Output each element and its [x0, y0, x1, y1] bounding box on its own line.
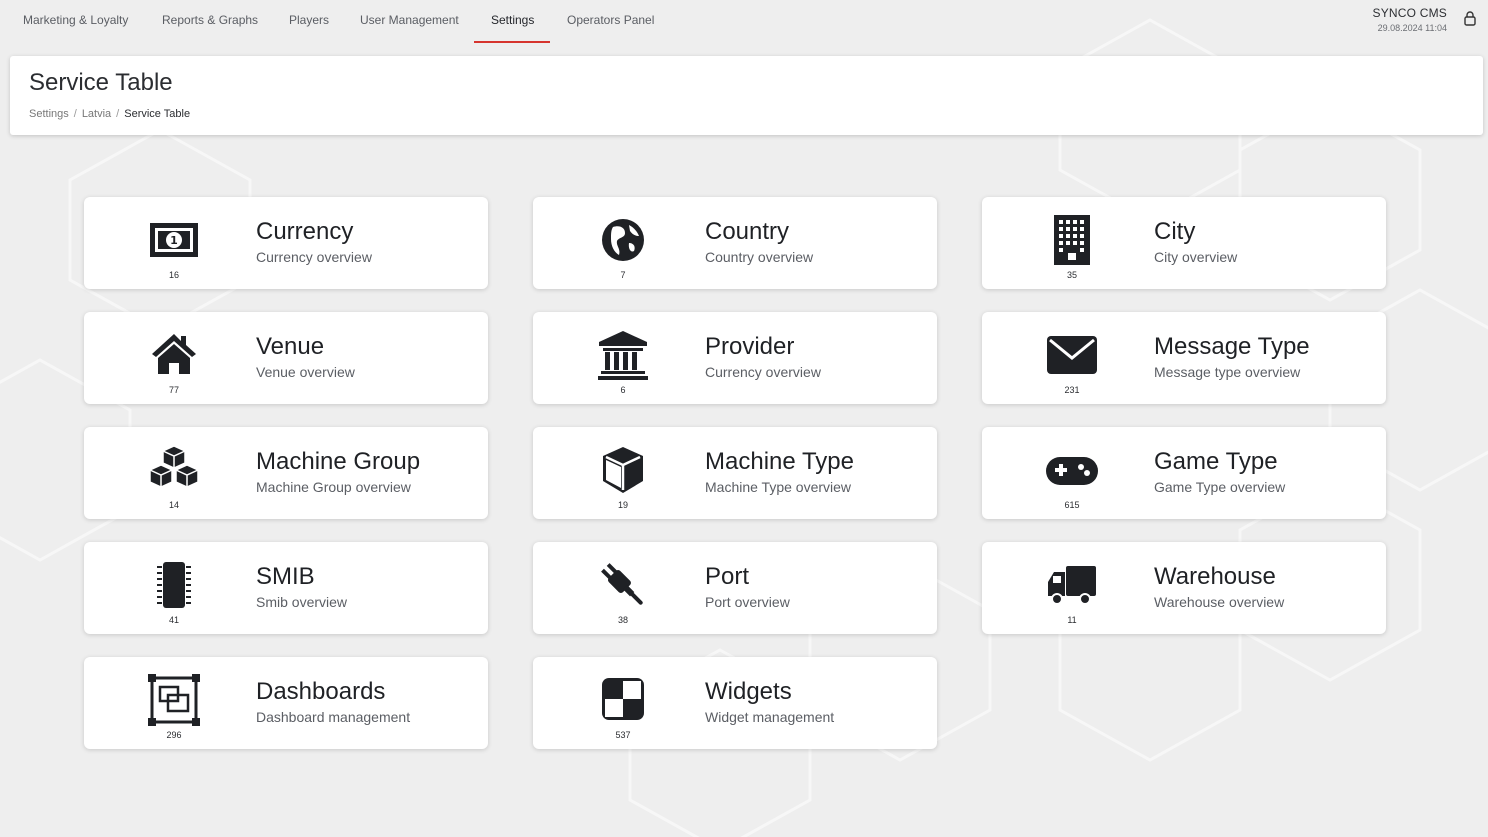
tile-subtitle: Currency overview — [705, 364, 821, 380]
breadcrumb-settings[interactable]: Settings — [29, 108, 69, 120]
tile-subtitle: Venue overview — [256, 364, 355, 380]
cube-icon — [591, 441, 655, 499]
truck-icon — [1040, 556, 1104, 614]
brand-name: SYNCO CMS — [1372, 6, 1447, 20]
tile-city[interactable]: 35 City City overview — [982, 197, 1386, 289]
tile-count: 7 — [620, 270, 626, 280]
globe-icon — [591, 211, 655, 269]
tile-title: Provider — [705, 333, 795, 360]
svg-text:1: 1 — [170, 234, 178, 247]
building-icon — [1040, 211, 1104, 269]
tile-count: 296 — [166, 730, 182, 740]
page-title: Service Table — [29, 69, 173, 96]
tile-title: Port — [705, 563, 750, 590]
tile-subtitle: Smib overview — [256, 594, 348, 610]
tile-smib[interactable]: 41 SMIB Smib overview — [84, 542, 488, 634]
widget-icon — [591, 671, 655, 729]
tile-title: Country — [705, 218, 790, 245]
top-navigation: Marketing & Loyalty Reports & Graphs Pla… — [0, 0, 1488, 46]
tile-country[interactable]: 7 Country Country overview — [533, 197, 937, 289]
tile-title: SMIB — [256, 563, 315, 590]
tile-count: 615 — [1064, 500, 1080, 510]
dashboard-frame-icon — [142, 671, 206, 729]
nav-marketing-loyalty[interactable]: Marketing & Loyalty — [23, 13, 128, 27]
tile-title: Currency — [256, 218, 354, 245]
cubes-icon — [142, 441, 206, 499]
tile-machine-group[interactable]: 14 Machine Group Machine Group overview — [84, 427, 488, 519]
tile-count: 19 — [617, 500, 628, 510]
tile-subtitle: Widget management — [705, 709, 835, 725]
breadcrumb-separator: / — [73, 108, 77, 120]
tile-count: 38 — [617, 615, 628, 625]
tile-title: Machine Group — [256, 448, 421, 475]
tile-subtitle: Port overview — [705, 594, 790, 610]
current-datetime: 29.08.2024 11:04 — [1377, 23, 1447, 33]
tile-subtitle: Country overview — [705, 249, 814, 265]
active-tab-indicator — [474, 41, 550, 43]
banknote-icon: 1 — [142, 211, 206, 269]
nav-reports-graphs[interactable]: Reports & Graphs — [162, 13, 258, 27]
tile-message-type[interactable]: 231 Message Type Message type overview — [982, 312, 1386, 404]
tile-warehouse[interactable]: 11 Warehouse Warehouse overview — [982, 542, 1386, 634]
nav-operators-panel[interactable]: Operators Panel — [567, 13, 654, 27]
tile-subtitle: Message type overview — [1154, 364, 1301, 380]
tile-title: Venue — [256, 333, 325, 360]
tile-subtitle: Machine Type overview — [705, 479, 852, 495]
chip-icon — [142, 556, 206, 614]
breadcrumb: Settings / Latvia / Service Table — [29, 108, 190, 120]
breadcrumb-current: Service Table — [124, 108, 191, 120]
tile-subtitle: Currency overview — [256, 249, 372, 265]
tile-dashboards[interactable]: 296 Dashboards Dashboard management — [84, 657, 488, 749]
tile-count: 11 — [1067, 615, 1077, 625]
tile-count: 6 — [620, 385, 626, 395]
tile-title: City — [1154, 218, 1196, 245]
tile-venue[interactable]: 77 Venue Venue overview — [84, 312, 488, 404]
tile-count: 77 — [168, 385, 179, 395]
nav-settings[interactable]: Settings — [491, 13, 534, 27]
breadcrumb-latvia[interactable]: Latvia — [82, 108, 111, 120]
nav-players[interactable]: Players — [289, 13, 329, 27]
plug-icon — [591, 556, 655, 614]
envelope-icon — [1040, 326, 1104, 384]
page-header: Service Table Settings / Latvia / Service Ta… — [10, 56, 1483, 135]
tile-title: Dashboards — [256, 678, 386, 705]
tile-count: 41 — [168, 615, 179, 625]
user-lock-icon[interactable] — [1462, 10, 1478, 26]
home-icon — [142, 326, 206, 384]
tile-port[interactable]: 38 Port Port overview — [533, 542, 937, 634]
tile-count: 16 — [168, 270, 179, 280]
tile-title: Machine Type — [705, 448, 854, 475]
tile-currency[interactable]: 1 16 Currency Currency overview — [84, 197, 488, 289]
nav-user-management[interactable]: User Management — [360, 13, 459, 27]
tile-title: Widgets — [705, 678, 792, 705]
tile-subtitle: Game Type overview — [1154, 479, 1286, 495]
tile-provider[interactable]: 6 Provider Currency overview — [533, 312, 937, 404]
tile-count: 14 — [168, 500, 179, 510]
tile-title: Message Type — [1154, 333, 1310, 360]
tile-widgets[interactable]: 537 Widgets Widget management — [533, 657, 937, 749]
tile-subtitle: Warehouse overview — [1154, 594, 1285, 610]
tile-count: 35 — [1066, 270, 1077, 280]
tile-count: 537 — [615, 730, 631, 740]
tile-subtitle: Dashboard management — [256, 709, 411, 725]
tile-title: Game Type — [1154, 448, 1278, 475]
tile-subtitle: City overview — [1154, 249, 1238, 265]
gamepad-icon — [1040, 441, 1104, 499]
bank-icon — [591, 326, 655, 384]
tile-machine-type[interactable]: 19 Machine Type Machine Type overview — [533, 427, 937, 519]
tile-count: 231 — [1064, 385, 1080, 395]
breadcrumb-separator: / — [116, 108, 120, 120]
tile-title: Warehouse — [1154, 563, 1276, 590]
tile-subtitle: Machine Group overview — [256, 479, 411, 495]
brand-block: SYNCO CMS 29.08.2024 11:04 — [1373, 6, 1447, 33]
tile-game-type[interactable]: 615 Game Type Game Type overview — [982, 427, 1386, 519]
